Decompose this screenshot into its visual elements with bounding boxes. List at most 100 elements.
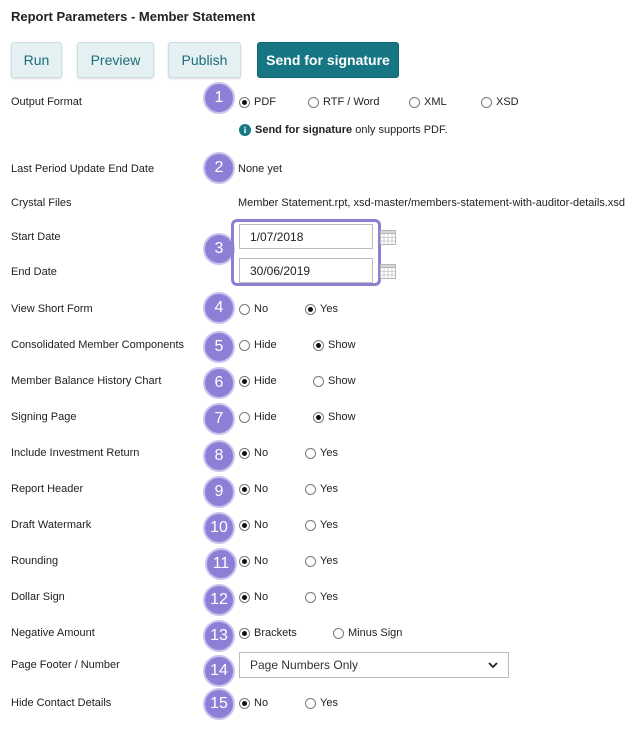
option-label: No	[254, 303, 269, 315]
signing-page-show-radio[interactable]: Show	[313, 411, 356, 423]
option-label: PDF	[254, 96, 276, 108]
send-for-signature-button[interactable]: Send for signature	[257, 42, 399, 78]
balance-history-label: Member Balance History Chart	[11, 375, 162, 387]
note-rest: only supports PDF.	[352, 124, 448, 136]
output-format-pdf-radio[interactable]: PDF	[239, 96, 276, 108]
dollar-sign-no-radio[interactable]: No	[239, 591, 268, 603]
output-format-rtf-radio[interactable]: RTF / Word	[308, 96, 379, 108]
signing-page-hide-radio[interactable]: Hide	[239, 411, 277, 423]
option-label: Show	[328, 339, 356, 351]
option-label: No	[254, 555, 269, 567]
option-label: Yes	[320, 303, 338, 315]
crystal-files-value: Member Statement.rpt, xsd-master/members…	[238, 197, 625, 209]
investment-return-no-radio[interactable]: No	[239, 447, 268, 459]
draft-watermark-label: Draft Watermark	[11, 519, 92, 531]
dollar-sign-yes-radio[interactable]: Yes	[305, 591, 338, 603]
negative-amount-label: Negative Amount	[11, 627, 95, 639]
chevron-down-icon	[488, 661, 498, 668]
option-label: Yes	[320, 483, 338, 495]
pdf-only-note: i Send for signature only supports PDF.	[239, 124, 448, 136]
hide-contact-label: Hide Contact Details	[11, 697, 112, 709]
option-label: Hide	[254, 339, 277, 351]
step-badge-9: 9	[203, 476, 235, 508]
view-short-form-yes-radio[interactable]: Yes	[305, 303, 338, 315]
option-label: No	[254, 447, 269, 459]
step-badge-10: 10	[203, 512, 235, 544]
option-label: XSD	[496, 96, 519, 108]
dollar-sign-label: Dollar Sign	[11, 591, 65, 603]
investment-return-label: Include Investment Return	[11, 447, 140, 459]
note-strong: Send for signature	[255, 124, 353, 136]
consolidated-hide-radio[interactable]: Hide	[239, 339, 277, 351]
option-label: Yes	[320, 697, 338, 709]
calendar-icon[interactable]	[380, 264, 396, 279]
option-label: Yes	[320, 591, 338, 603]
report-header-label: Report Header	[11, 483, 84, 495]
hide-contact-yes-radio[interactable]: Yes	[305, 697, 338, 709]
publish-button[interactable]: Publish	[168, 42, 241, 78]
option-label: Brackets	[254, 627, 297, 639]
negative-amount-brackets-radio[interactable]: Brackets	[239, 627, 297, 639]
step-badge-7: 7	[203, 403, 235, 435]
option-label: Show	[328, 411, 356, 423]
report-header-yes-radio[interactable]: Yes	[305, 483, 338, 495]
start-date-label: Start Date	[11, 231, 61, 243]
option-label: Yes	[320, 447, 338, 459]
option-label: XML	[424, 96, 447, 108]
rounding-label: Rounding	[11, 555, 59, 567]
view-short-form-label: View Short Form	[11, 303, 93, 315]
page-title: Report Parameters - Member Statement	[11, 9, 256, 24]
report-header-no-radio[interactable]: No	[239, 483, 268, 495]
last-period-label: Last Period Update End Date	[11, 163, 155, 175]
consolidated-label: Consolidated Member Components	[11, 339, 185, 351]
rounding-yes-radio[interactable]: Yes	[305, 555, 338, 567]
step-badge-6: 6	[203, 367, 235, 399]
step-badge-12: 12	[203, 584, 235, 616]
step-badge-8: 8	[203, 440, 235, 472]
option-label: Hide	[254, 411, 277, 423]
balance-history-show-radio[interactable]: Show	[313, 375, 356, 387]
negative-amount-minus-radio[interactable]: Minus Sign	[333, 627, 402, 639]
info-icon: i	[239, 124, 251, 136]
step-badge-11: 11	[205, 548, 237, 580]
option-label: No	[254, 483, 269, 495]
last-period-value: None yet	[238, 163, 283, 175]
preview-button[interactable]: Preview	[77, 42, 154, 78]
draft-watermark-no-radio[interactable]: No	[239, 519, 268, 531]
start-date-input[interactable]: 1/07/2018	[239, 224, 373, 249]
page-footer-value: Page Numbers Only	[250, 658, 359, 672]
output-format-xml-radio[interactable]: XML	[409, 96, 447, 108]
end-date-input[interactable]: 30/06/2019	[239, 258, 373, 283]
investment-return-yes-radio[interactable]: Yes	[305, 447, 338, 459]
view-short-form-no-radio[interactable]: No	[239, 303, 268, 315]
rounding-no-radio[interactable]: No	[239, 555, 268, 567]
option-label: Hide	[254, 375, 277, 387]
page-footer-select[interactable]: Page Numbers Only	[239, 652, 509, 678]
step-badge-4: 4	[203, 292, 235, 324]
option-label: Minus Sign	[348, 627, 403, 639]
step-badge-5: 5	[203, 331, 235, 363]
option-label: No	[254, 519, 269, 531]
end-date-label: End Date	[11, 266, 57, 278]
calendar-icon[interactable]	[380, 230, 396, 245]
page-footer-label: Page Footer / Number	[11, 659, 120, 671]
option-label: Yes	[320, 555, 338, 567]
hide-contact-no-radio[interactable]: No	[239, 697, 268, 709]
draft-watermark-yes-radio[interactable]: Yes	[305, 519, 338, 531]
step-badge-1: 1	[203, 82, 235, 114]
output-format-xsd-radio[interactable]: XSD	[481, 96, 519, 108]
option-label: Yes	[320, 519, 338, 531]
option-label: Show	[328, 375, 356, 387]
consolidated-show-radio[interactable]: Show	[313, 339, 356, 351]
crystal-files-label: Crystal Files	[11, 197, 72, 209]
option-label: No	[254, 697, 269, 709]
step-badge-15: 15	[203, 688, 235, 720]
balance-history-hide-radio[interactable]: Hide	[239, 375, 277, 387]
option-label: No	[254, 591, 269, 603]
step-badge-13: 13	[203, 620, 235, 652]
signing-page-label: Signing Page	[11, 411, 77, 423]
option-label: RTF / Word	[323, 96, 380, 108]
output-format-label: Output Format	[11, 96, 82, 108]
step-badge-2: 2	[203, 152, 235, 184]
run-button[interactable]: Run	[11, 42, 62, 78]
